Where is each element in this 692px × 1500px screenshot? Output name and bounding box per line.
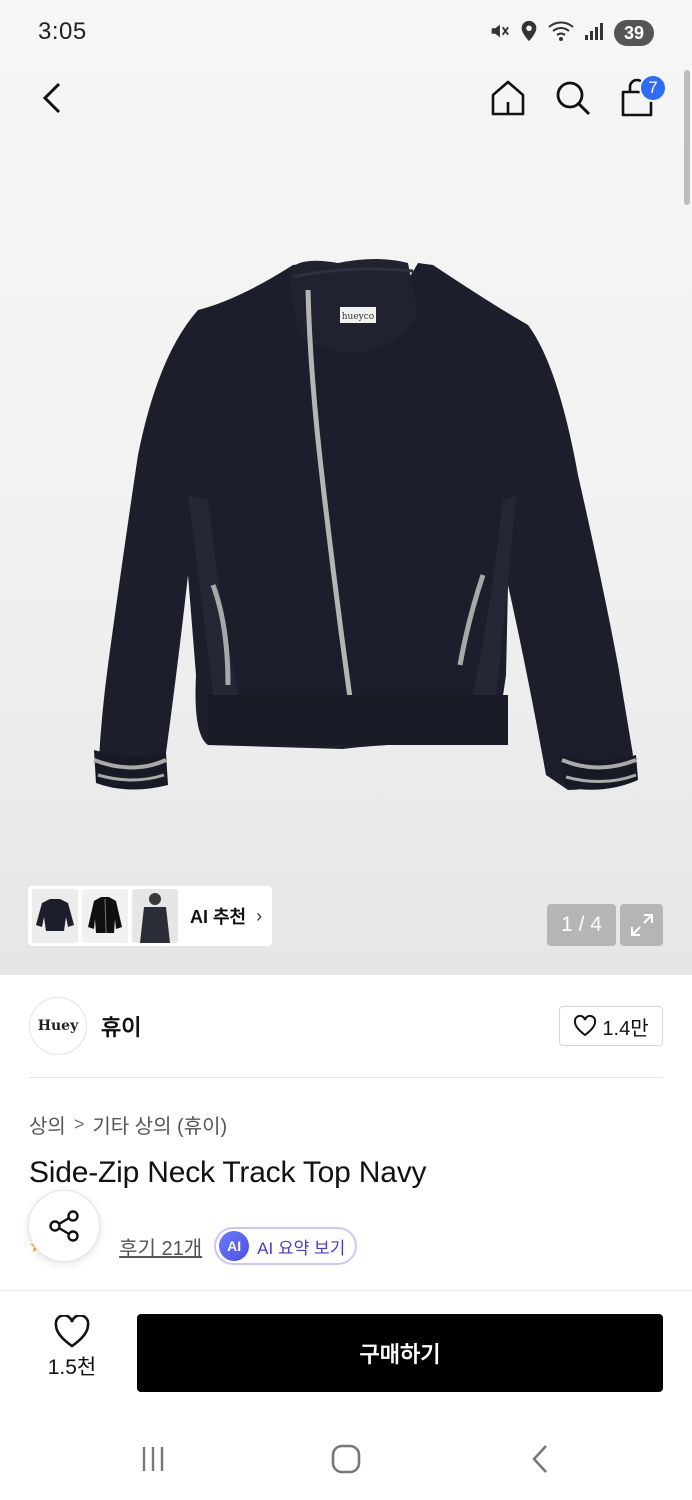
brand-tag-text: hueyco xyxy=(342,312,374,322)
product-image[interactable]: hueyco xyxy=(88,255,648,805)
breadcrumb-item-category[interactable]: 상의 xyxy=(29,1110,66,1139)
heart-icon xyxy=(54,1315,90,1348)
brand-logo[interactable]: Huey xyxy=(29,997,87,1055)
search-icon xyxy=(556,81,591,116)
back-button[interactable] xyxy=(28,74,76,122)
breadcrumb-item-subcategory[interactable]: 기타 상의 (휴이) xyxy=(92,1110,227,1139)
divider xyxy=(29,1077,663,1078)
cart-button[interactable]: 7 xyxy=(613,74,667,122)
buy-button[interactable]: 구매하기 xyxy=(137,1314,663,1392)
location-icon xyxy=(520,20,538,47)
ai-badge-icon: AI xyxy=(219,1231,250,1261)
brand-name[interactable]: 휴이 xyxy=(101,1010,141,1042)
fullscreen-button[interactable] xyxy=(620,904,663,946)
brand-like-button[interactable]: 1.4만 xyxy=(559,1006,663,1046)
brand-row[interactable]: Huey 휴이 1.4만 xyxy=(29,997,663,1055)
share-icon xyxy=(49,1210,79,1242)
ai-summary-button[interactable]: AI AI 요약 보기 xyxy=(214,1227,358,1265)
share-button[interactable] xyxy=(28,1190,100,1262)
home-icon xyxy=(491,80,525,116)
cart-count-badge: 7 xyxy=(639,74,667,102)
product-gallery[interactable]: 3:05 39 7 hueyco AI 추천 › 1 / 4 xyxy=(0,0,692,975)
ai-recommend-strip[interactable]: AI 추천 › xyxy=(28,886,272,946)
status-icons: 39 xyxy=(488,18,654,48)
bottom-action-bar: 1.5천 구매하기 xyxy=(0,1290,692,1415)
recent-apps-button[interactable] xyxy=(133,1439,173,1479)
system-navigation-bar xyxy=(0,1415,692,1500)
chevron-right-icon: › xyxy=(256,905,263,926)
home-nav-icon xyxy=(331,1444,361,1474)
heart-icon xyxy=(574,1015,597,1037)
breadcrumb: 상의 > 기타 상의 (휴이) xyxy=(29,1110,227,1139)
breadcrumb-separator-icon: > xyxy=(73,1114,85,1134)
review-link[interactable]: 후기 21개 xyxy=(119,1232,202,1261)
status-time: 3:05 xyxy=(38,18,87,45)
home-button[interactable] xyxy=(484,74,532,122)
wishlist-button[interactable]: 1.5천 xyxy=(38,1315,106,1381)
battery-icon: 39 xyxy=(614,20,654,46)
signal-icon xyxy=(584,21,604,46)
thumbnail-3[interactable] xyxy=(132,889,178,943)
back-nav-icon xyxy=(532,1445,547,1473)
thumbnail-1[interactable] xyxy=(32,889,78,943)
brand-like-count: 1.4만 xyxy=(602,1017,649,1040)
back-icon xyxy=(42,82,61,114)
status-bar: 3:05 39 xyxy=(0,0,692,66)
wishlist-count: 1.5천 xyxy=(47,1356,97,1379)
ai-recommend-label: AI 추천 xyxy=(190,907,247,927)
product-title: Side-Zip Neck Track Top Navy xyxy=(29,1156,427,1189)
home-nav-button[interactable] xyxy=(326,1439,366,1479)
search-button[interactable] xyxy=(549,74,597,122)
scrollbar-thumb[interactable] xyxy=(684,70,690,205)
back-nav-button[interactable] xyxy=(520,1439,560,1479)
recent-apps-icon xyxy=(142,1447,164,1471)
review-row: ★ 후기 21개 AI AI 요약 보기 xyxy=(29,1226,669,1266)
image-page-counter: 1 / 4 xyxy=(547,904,616,946)
mute-icon xyxy=(488,20,510,47)
wifi-icon xyxy=(548,20,574,47)
expand-icon xyxy=(630,914,653,936)
ai-summary-label: AI 요약 보기 xyxy=(257,1238,346,1258)
thumbnail-2[interactable] xyxy=(82,889,128,943)
